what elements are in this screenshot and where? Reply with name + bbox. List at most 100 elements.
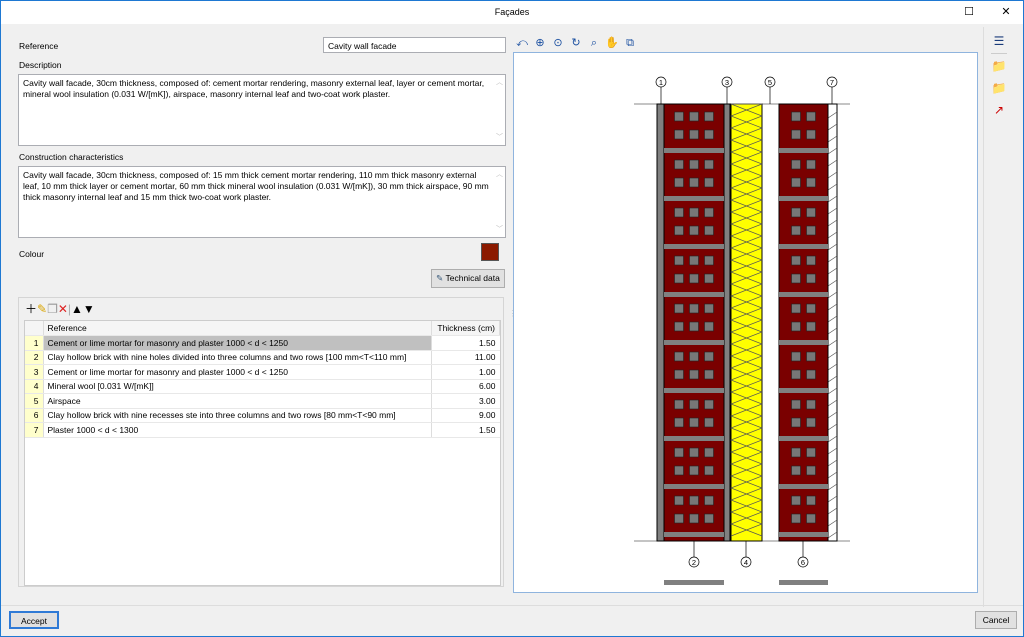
add-icon[interactable]: ＋ <box>25 302 37 316</box>
export-folder-icon[interactable]: 📁 <box>989 81 1009 97</box>
mortar-joint <box>779 148 828 153</box>
brick-hole <box>704 303 714 314</box>
brick-hole <box>689 321 699 332</box>
brick-hole <box>674 159 684 170</box>
brick-hole <box>704 351 714 362</box>
reference-label: Reference <box>19 41 59 51</box>
brick-hole <box>689 159 699 170</box>
table-row[interactable]: 5 Airspace 3.00 <box>25 393 500 409</box>
table-row[interactable]: 7 Plaster 1000 < d < 1300 1.50 <box>25 422 500 438</box>
zoom-extents-icon[interactable]: ⤺ <box>515 36 529 50</box>
brick-hole <box>806 495 816 506</box>
brick-hole <box>689 207 699 218</box>
table-row[interactable]: 4 Mineral wool [0.031 W/[mK]] 6.00 <box>25 379 500 394</box>
row-reference: Clay hollow brick with nine holes divide… <box>43 350 432 365</box>
colour-swatch[interactable] <box>481 243 499 261</box>
pan-hand-icon[interactable]: ✋ <box>605 36 619 50</box>
brick-hole <box>704 225 714 236</box>
row-thickness: 1.00 <box>431 364 500 380</box>
move-down-icon[interactable]: ▼ <box>83 302 95 316</box>
mortar-joint <box>779 580 828 585</box>
brick-hole <box>806 417 816 428</box>
pencil-icon: ✎ <box>436 273 444 283</box>
row-thickness: 9.00 <box>431 408 500 423</box>
description-text: Cavity wall facade, 30cm thickness, comp… <box>23 78 485 99</box>
accept-button[interactable]: Accept <box>9 611 59 629</box>
layer-number-label: 2 <box>692 558 696 567</box>
column-header-reference[interactable]: Reference <box>43 321 432 336</box>
reference-input[interactable]: Cavity wall facade <box>323 37 506 53</box>
edit-icon[interactable]: ✎ <box>37 302 47 316</box>
mortar-joint <box>779 340 828 345</box>
scroll-up-icon[interactable]: ︿ <box>496 169 503 180</box>
scroll-down-icon[interactable]: ﹀ <box>496 224 503 235</box>
external-link-icon[interactable]: ↗ <box>989 103 1009 119</box>
brick-hole <box>791 465 801 476</box>
technical-data-button[interactable]: ✎ Technical data <box>431 269 505 288</box>
brick-hole <box>791 111 801 122</box>
brick-hole <box>791 417 801 428</box>
brick-hole <box>704 417 714 428</box>
mortar-joint <box>664 436 724 441</box>
table-row[interactable]: 1 Cement or lime mortar for masonry and p… <box>25 335 500 351</box>
mortar-joint <box>664 196 724 201</box>
row-thickness: 1.50 <box>431 422 500 438</box>
move-up-icon[interactable]: ▲ <box>71 302 83 316</box>
import-folder-icon[interactable]: 📁 <box>989 59 1009 75</box>
table-row[interactable]: 6 Clay hollow brick with nine recesses st… <box>25 408 500 423</box>
maximize-icon[interactable]: ☐ <box>954 1 984 24</box>
row-number: 6 <box>25 408 44 423</box>
render-layer <box>656 103 665 542</box>
construction-text: Cavity wall facade, 30cm thickness, comp… <box>23 170 489 202</box>
row-number: 7 <box>25 422 44 438</box>
brick-hole <box>689 447 699 458</box>
close-icon[interactable]: ✕ <box>991 1 1021 24</box>
brick-hole <box>791 159 801 170</box>
construction-textarea[interactable]: Cavity wall facade, 30cm thickness, comp… <box>18 166 506 238</box>
brick-hole <box>704 465 714 476</box>
row-thickness: 11.00 <box>431 350 500 365</box>
cancel-button[interactable]: Cancel <box>975 611 1017 629</box>
export-view-icon[interactable]: ⧉ <box>623 36 637 50</box>
description-textarea[interactable]: Cavity wall facade, 30cm thickness, comp… <box>18 74 506 146</box>
refresh-icon[interactable]: ↻ <box>569 36 583 50</box>
brick-hole <box>791 399 801 410</box>
scroll-up-icon[interactable]: ︿ <box>496 77 503 88</box>
brick-hole <box>674 303 684 314</box>
layers-panel: ＋✎❐✕|▲▼ Reference Thickness (cm) 1 Cement … <box>18 297 504 587</box>
table-row[interactable]: 2 Clay hollow brick with nine holes divid… <box>25 350 500 365</box>
brick-hole <box>674 321 684 332</box>
scroll-down-icon[interactable]: ﹀ <box>496 132 503 143</box>
zoom-in-icon[interactable]: ⊙ <box>551 36 565 50</box>
row-reference: Airspace <box>43 393 432 409</box>
brick-hole <box>806 129 816 140</box>
brick-hole <box>791 369 801 380</box>
column-header-thickness[interactable]: Thickness (cm) <box>431 321 500 336</box>
mortar-joint <box>664 340 724 345</box>
brick-hole <box>689 129 699 140</box>
layer-number-label: 3 <box>725 78 729 87</box>
mortar-joint <box>779 532 828 537</box>
brick-hole <box>806 111 816 122</box>
brick-hole <box>704 255 714 266</box>
brick-hole <box>806 351 816 362</box>
zoom-window-icon[interactable]: ⊕ <box>533 36 547 50</box>
brick-hole <box>791 447 801 458</box>
brick-hole <box>689 273 699 284</box>
mortar-joint <box>779 292 828 297</box>
layers-list-icon[interactable]: ☰ <box>989 34 1009 50</box>
table-row[interactable]: 3 Cement or lime mortar for masonry and p… <box>25 364 500 380</box>
copy-icon[interactable]: ❐ <box>47 302 58 316</box>
row-number: 1 <box>25 335 44 351</box>
row-number: 4 <box>25 379 44 394</box>
description-label: Description <box>19 60 62 70</box>
brick-hole <box>689 399 699 410</box>
brick-hole <box>806 225 816 236</box>
mortar-joint <box>664 148 724 153</box>
brick-hole <box>704 495 714 506</box>
delete-icon[interactable]: ✕ <box>58 302 68 316</box>
brick-hole <box>806 513 816 524</box>
section-drawing-view[interactable]: 1 3 5 7 2 4 6 <box>513 52 978 593</box>
zoom-out-icon[interactable]: ⌕ <box>587 36 601 50</box>
brick-hole <box>674 129 684 140</box>
